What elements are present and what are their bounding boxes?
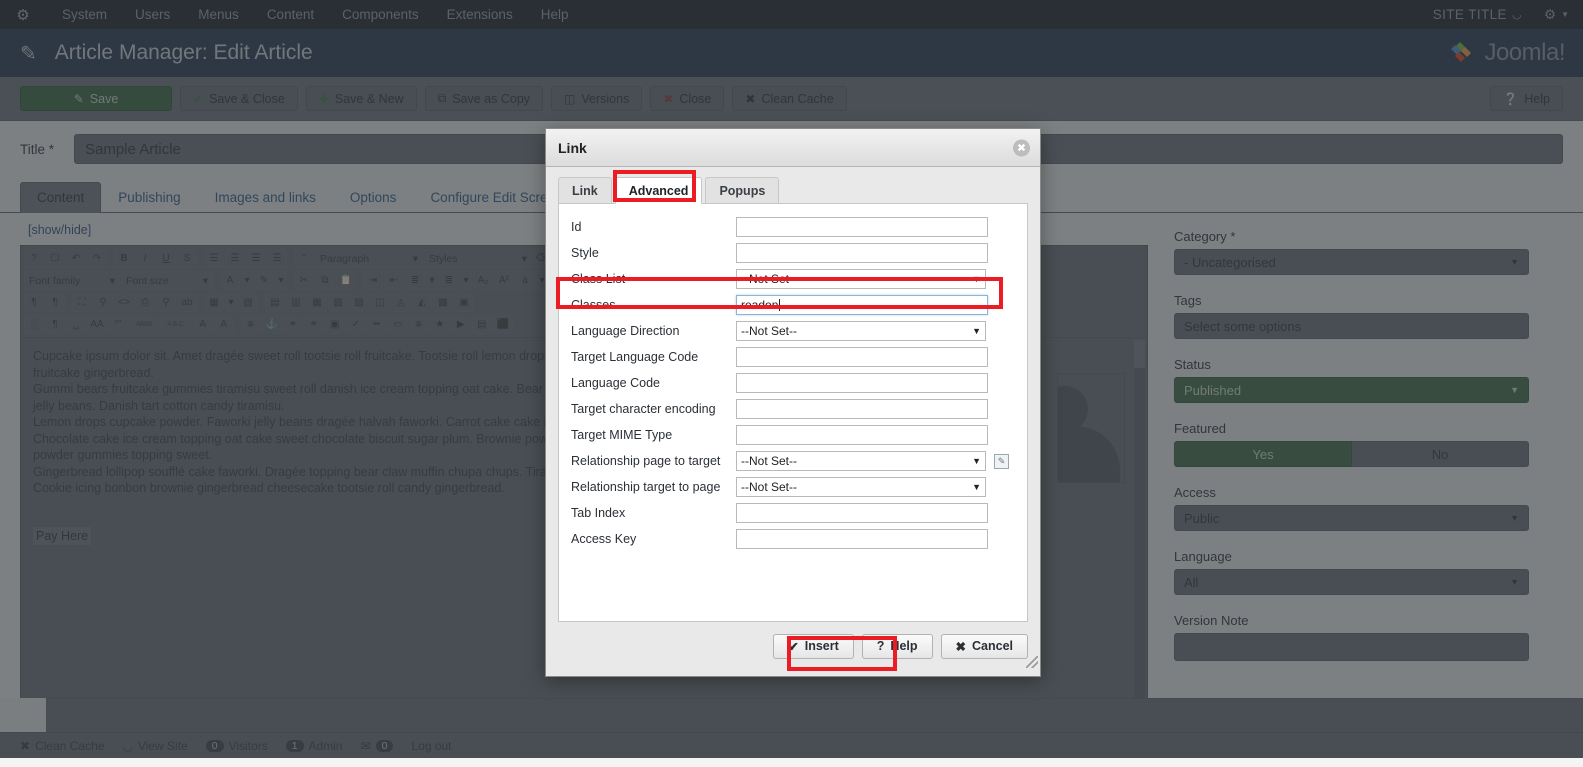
form-row-class-list: Class List --Not Set-- ▼ <box>571 266 1015 292</box>
target-character-encoding-label: Target character encoding <box>571 402 716 416</box>
classes-field[interactable]: readon <box>736 295 988 315</box>
style-field[interactable] <box>736 243 988 263</box>
relationship-page-to-target-label: Relationship page to target <box>571 454 721 468</box>
relationship-page-to-target-select[interactable]: --Not Set-- ▼ <box>736 451 986 471</box>
form-row-id: Id <box>571 214 1015 240</box>
link-dialog-header[interactable]: Link ✖ <box>546 129 1040 167</box>
form-row-classes: Classes readon <box>571 292 1015 318</box>
target-language-code-field[interactable] <box>736 347 988 367</box>
form-row-access-key: Access Key <box>571 526 1015 552</box>
text-cursor-icon <box>779 299 781 311</box>
link-dialog-tabs: Link Advanced Popups <box>558 177 1028 204</box>
target-language-code-label: Target Language Code <box>571 350 699 364</box>
relationship-target-to-page-select[interactable]: --Not Set-- ▼ <box>736 477 986 497</box>
relationship-target-to-page-label: Relationship target to page <box>571 480 721 494</box>
class-list-label: Class List <box>571 272 626 286</box>
form-row-language-code: Language Code <box>571 370 1015 396</box>
id-field[interactable] <box>736 217 988 237</box>
cancel-button-label: Cancel <box>972 639 1013 653</box>
x-icon: ✖ <box>955 639 966 654</box>
tab-index-field[interactable] <box>736 503 988 523</box>
resize-grip-icon[interactable] <box>1026 656 1038 668</box>
link-dialog-title: Link <box>558 139 587 156</box>
language-direction-value: --Not Set-- <box>741 324 798 338</box>
style-label: Style <box>571 246 599 260</box>
id-label: Id <box>571 220 582 234</box>
class-list-value: --Not Set-- <box>741 272 798 286</box>
form-row-language-direction: Language Direction --Not Set-- ▼ <box>571 318 1015 344</box>
chevron-down-icon: ▼ <box>972 482 981 492</box>
classes-label: Classes <box>571 298 616 312</box>
form-row-target-language-code: Target Language Code <box>571 344 1015 370</box>
class-list-select[interactable]: --Not Set-- ▼ <box>736 269 986 289</box>
tab-index-label: Tab Index <box>571 506 626 520</box>
form-row-style: Style <box>571 240 1015 266</box>
language-code-label: Language Code <box>571 376 660 390</box>
form-row-relationship-target-to-page: Relationship target to page --Not Set-- … <box>571 474 1015 500</box>
cancel-button[interactable]: ✖ Cancel <box>940 633 1028 659</box>
question-icon: ? <box>876 639 885 653</box>
access-key-label: Access Key <box>571 532 637 546</box>
help-button[interactable]: ? Help <box>861 633 933 659</box>
close-icon[interactable]: ✖ <box>1013 139 1030 156</box>
chevron-down-icon: ▼ <box>972 326 981 336</box>
tab-link[interactable]: Link <box>558 177 612 204</box>
insert-button[interactable]: ✔ Insert <box>773 633 854 659</box>
language-direction-label: Language Direction <box>571 324 680 338</box>
insert-button-label: Insert <box>804 639 839 653</box>
relationship-page-to-target-value: --Not Set-- <box>741 454 798 468</box>
chevron-down-icon: ▼ <box>972 456 981 466</box>
form-row-target-mime-type: Target MIME Type <box>571 422 1015 448</box>
edit-icon[interactable]: ✎ <box>994 453 1009 469</box>
target-mime-type-label: Target MIME Type <box>571 428 673 442</box>
link-dialog-tabs-wrap: Link Advanced Popups <box>546 167 1040 204</box>
language-direction-select[interactable]: --Not Set-- ▼ <box>736 321 986 341</box>
advanced-form-panel: Id Style Class List --Not Set-- ▼ Classe… <box>558 204 1028 622</box>
link-dialog: Link ✖ Link Advanced Popups Id Style Cla… <box>545 128 1041 677</box>
chevron-down-icon: ▼ <box>972 274 981 284</box>
access-key-field[interactable] <box>736 529 988 549</box>
tab-advanced[interactable]: Advanced <box>614 177 703 204</box>
check-icon: ✔ <box>788 639 799 654</box>
help-button-label: Help <box>890 639 918 653</box>
classes-value: readon <box>741 298 779 312</box>
form-row-target-character-encoding: Target character encoding <box>571 396 1015 422</box>
relationship-target-to-page-value: --Not Set-- <box>741 480 798 494</box>
link-dialog-footer: ✔ Insert ? Help ✖ Cancel <box>546 622 1040 670</box>
tab-popups[interactable]: Popups <box>705 177 780 204</box>
language-code-field[interactable] <box>736 373 988 393</box>
target-mime-type-field[interactable] <box>736 425 988 445</box>
form-row-relationship-page-to-target: Relationship page to target --Not Set-- … <box>571 448 1015 474</box>
form-row-tab-index: Tab Index <box>571 500 1015 526</box>
target-character-encoding-field[interactable] <box>736 399 988 419</box>
